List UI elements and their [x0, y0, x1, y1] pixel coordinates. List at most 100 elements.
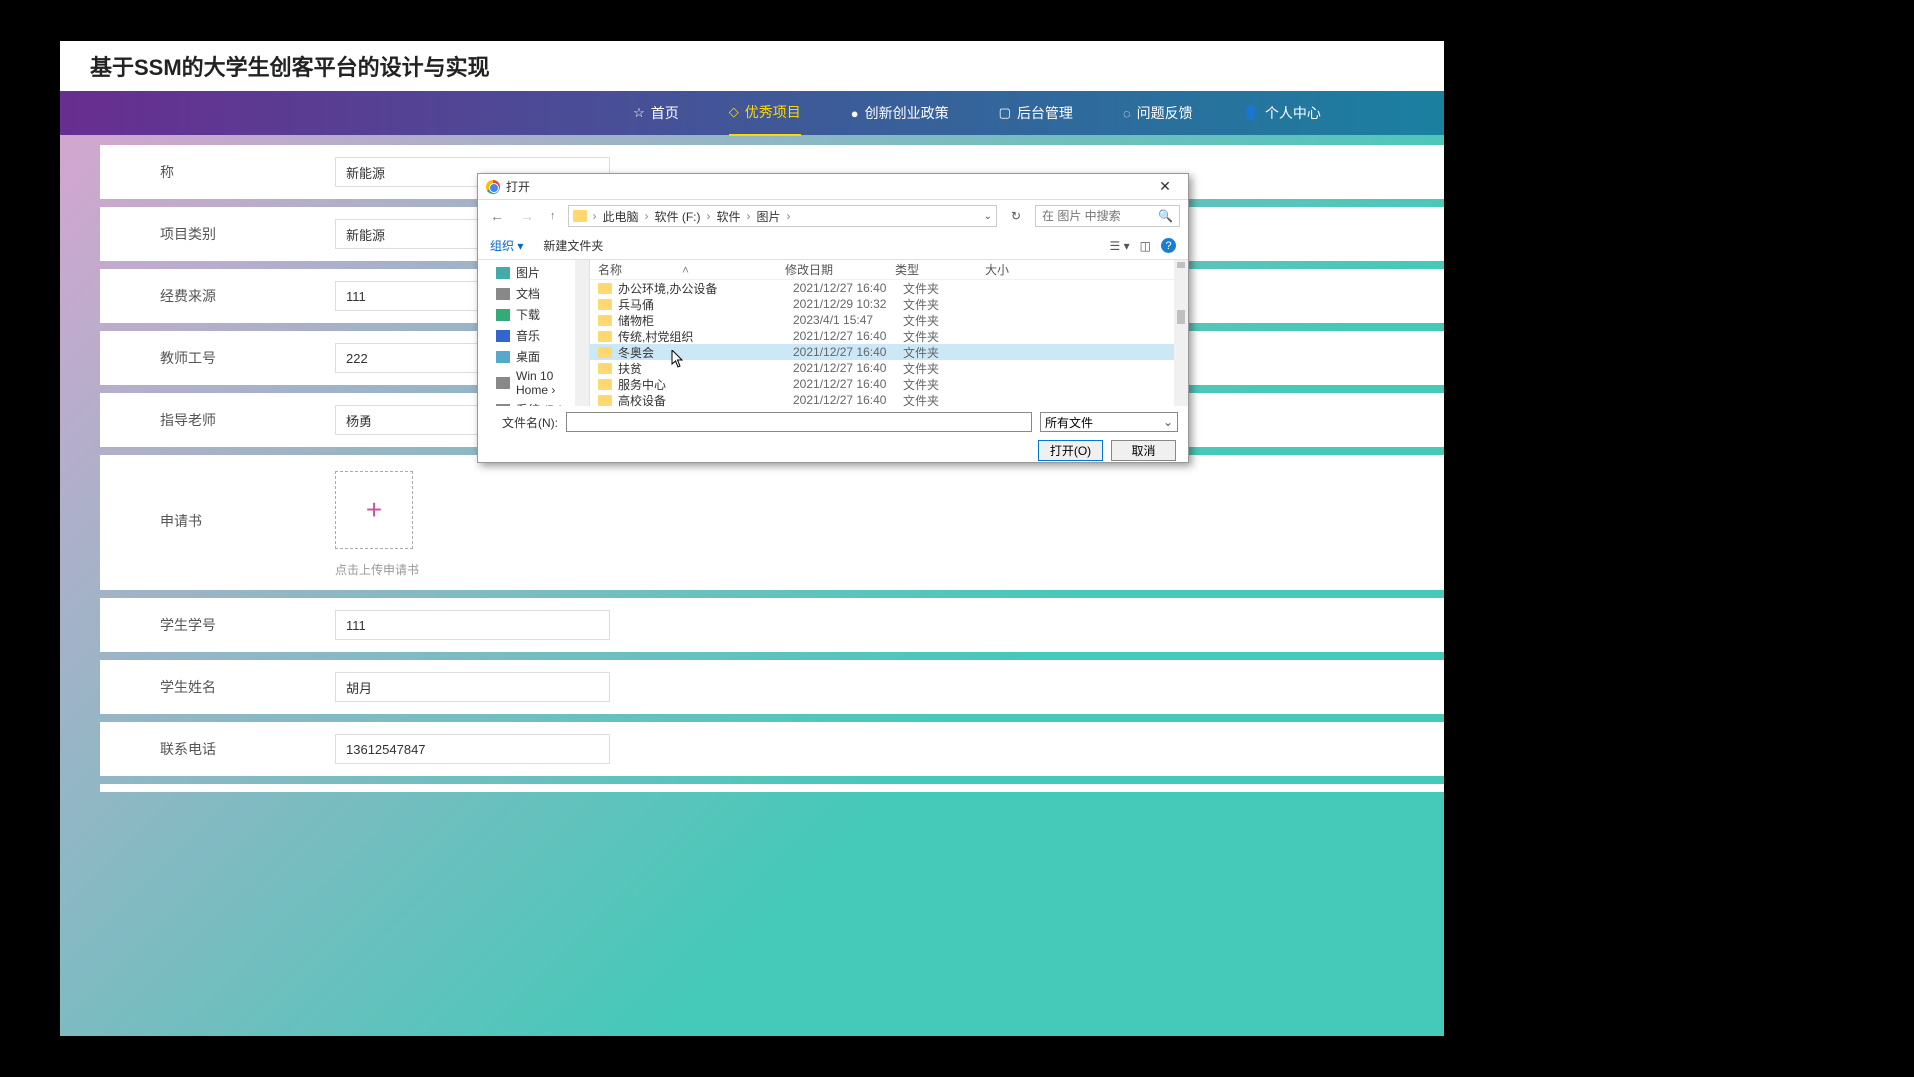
dialog-toolbar: 组织 ▾ 新建文件夹 ☰ ▾ ◫ ?: [478, 232, 1188, 260]
cancel-button[interactable]: 取消: [1111, 440, 1176, 461]
file-row[interactable]: 储物柜2023/4/1 15:47文件夹: [590, 312, 1188, 328]
file-scrollbar[interactable]: [1174, 260, 1188, 406]
file-type: 文件夹: [903, 392, 993, 409]
breadcrumb-item[interactable]: 图片: [753, 208, 785, 225]
breadcrumb-item[interactable]: 软件: [713, 208, 745, 225]
nav-admin[interactable]: ▢ 后台管理: [999, 90, 1073, 136]
search-box[interactable]: 🔍: [1035, 205, 1180, 227]
new-folder-button[interactable]: 新建文件夹: [543, 237, 603, 254]
open-button[interactable]: 打开(O): [1038, 440, 1103, 461]
forward-button[interactable]: →: [516, 208, 538, 224]
col-name[interactable]: 名称˄: [590, 261, 785, 278]
file-name: 服务中心: [618, 376, 793, 393]
upload-button[interactable]: +: [335, 471, 413, 549]
dot-icon: ●: [851, 106, 859, 121]
sidebar-item[interactable]: 桌面: [478, 346, 589, 367]
file-date: 2021/12/29 10:32: [793, 297, 903, 311]
file-row[interactable]: 办公环境,办公设备2021/12/27 16:40文件夹: [590, 280, 1188, 296]
sidebar-label: 系统 (D:): [516, 401, 563, 406]
sidebar-item[interactable]: 图片: [478, 262, 589, 283]
file-date: 2021/12/27 16:40: [793, 361, 903, 375]
input-student-id[interactable]: [335, 610, 610, 640]
folder-icon: [598, 315, 612, 326]
col-type[interactable]: 类型: [895, 261, 985, 278]
file-row[interactable]: 高校设备2021/12/27 16:40文件夹: [590, 392, 1188, 408]
breadcrumb[interactable]: › 此电脑 › 软件 (F:) › 软件 › 图片 › ⌄: [568, 205, 998, 227]
dialog-title: 打开: [506, 178, 1150, 195]
sidebar-item[interactable]: 系统 (D:): [478, 399, 589, 406]
sidebar-label: 图片: [516, 264, 540, 281]
nav-label: 创新创业政策: [865, 103, 949, 123]
chrome-icon: [486, 180, 500, 194]
dialog-footer: 文件名(N): 所有文件 打开(O) 取消: [478, 406, 1188, 467]
breadcrumb-item[interactable]: 软件 (F:): [651, 208, 705, 225]
sidebar-item[interactable]: 文档: [478, 283, 589, 304]
folder-icon: [598, 347, 612, 358]
search-icon: 🔍: [1158, 209, 1173, 223]
file-row[interactable]: 兵马俑2021/12/29 10:32文件夹: [590, 296, 1188, 312]
file-type: 文件夹: [903, 296, 993, 313]
doc-icon: [496, 288, 510, 300]
filename-input[interactable]: [566, 412, 1032, 432]
preview-pane-icon[interactable]: ◫: [1140, 239, 1151, 253]
sidebar-item[interactable]: 音乐: [478, 325, 589, 346]
nav-policy[interactable]: ● 创新创业政策: [851, 90, 949, 136]
file-name: 扶贫: [618, 360, 793, 377]
file-date: 2021/12/27 16:40: [793, 377, 903, 391]
sidebar-label: 音乐: [516, 327, 540, 344]
nav-home[interactable]: ☆ 首页: [633, 90, 679, 136]
close-button[interactable]: ✕: [1150, 178, 1180, 195]
file-name: 储物柜: [618, 312, 793, 329]
nav-label: 优秀项目: [745, 102, 801, 122]
label-advisor: 指导老师: [160, 410, 335, 430]
scrollbar-thumb[interactable]: [1177, 310, 1185, 324]
label-upload: 申请书: [160, 471, 335, 531]
up-button[interactable]: ↑: [546, 210, 560, 222]
music-icon: [496, 330, 510, 342]
sidebar-label: 文档: [516, 285, 540, 302]
file-row[interactable]: 服务中心2021/12/27 16:40文件夹: [590, 376, 1188, 392]
file-row[interactable]: 传统,村党组织2021/12/27 16:40文件夹: [590, 328, 1188, 344]
filetype-select[interactable]: 所有文件: [1040, 412, 1178, 432]
nav-projects[interactable]: ◇ 优秀项目: [729, 90, 801, 136]
col-date[interactable]: 修改日期: [785, 261, 895, 278]
file-row[interactable]: 扶贫2021/12/27 16:40文件夹: [590, 360, 1188, 376]
user-icon: 👤: [1243, 105, 1259, 121]
sidebar-label: 桌面: [516, 348, 540, 365]
breadcrumb-item[interactable]: 此电脑: [599, 208, 643, 225]
input-phone[interactable]: [335, 734, 610, 764]
col-size[interactable]: 大小: [985, 261, 1045, 278]
nav-label: 首页: [651, 103, 679, 123]
file-date: 2021/12/27 16:40: [793, 329, 903, 343]
chevron-down-icon[interactable]: ⌄: [984, 211, 992, 222]
sidebar-item[interactable]: Win 10 Home ›: [478, 367, 589, 399]
upload-hint: 点击上传申请书: [335, 561, 419, 578]
help-icon[interactable]: ?: [1161, 238, 1176, 253]
file-row[interactable]: 冬奥会2021/12/27 16:40文件夹: [590, 344, 1188, 360]
file-type: 文件夹: [903, 312, 993, 329]
nav-label: 个人中心: [1265, 103, 1321, 123]
file-type: 文件夹: [903, 328, 993, 345]
star-icon: ☆: [633, 105, 645, 121]
folder-icon: [598, 395, 612, 406]
label-teacher-id: 教师工号: [160, 348, 335, 368]
sidebar-item[interactable]: 下载: [478, 304, 589, 325]
drive-icon: [496, 377, 510, 389]
filename-label: 文件名(N):: [488, 414, 558, 431]
file-type: 文件夹: [903, 344, 993, 361]
folder-icon: [598, 299, 612, 310]
sidebar-label: Win 10 Home ›: [516, 369, 583, 397]
refresh-button[interactable]: ↻: [1005, 205, 1027, 227]
dialog-nav: ← → ↑ › 此电脑 › 软件 (F:) › 软件 › 图片 › ⌄ ↻ 🔍: [478, 200, 1188, 232]
nav-profile[interactable]: 👤 个人中心: [1243, 90, 1321, 136]
back-button[interactable]: ←: [486, 208, 508, 224]
dialog-titlebar[interactable]: 打开 ✕: [478, 174, 1188, 200]
input-student-name[interactable]: [335, 672, 610, 702]
nav-feedback[interactable]: ◌ 问题反馈: [1123, 90, 1193, 136]
file-name: 兵马俑: [618, 296, 793, 313]
organize-menu[interactable]: 组织 ▾: [490, 237, 523, 254]
sidebar-scrollbar[interactable]: [575, 260, 589, 406]
file-name: 冬奥会: [618, 344, 793, 361]
search-input[interactable]: [1042, 209, 1158, 223]
view-options-icon[interactable]: ☰ ▾: [1110, 239, 1130, 253]
